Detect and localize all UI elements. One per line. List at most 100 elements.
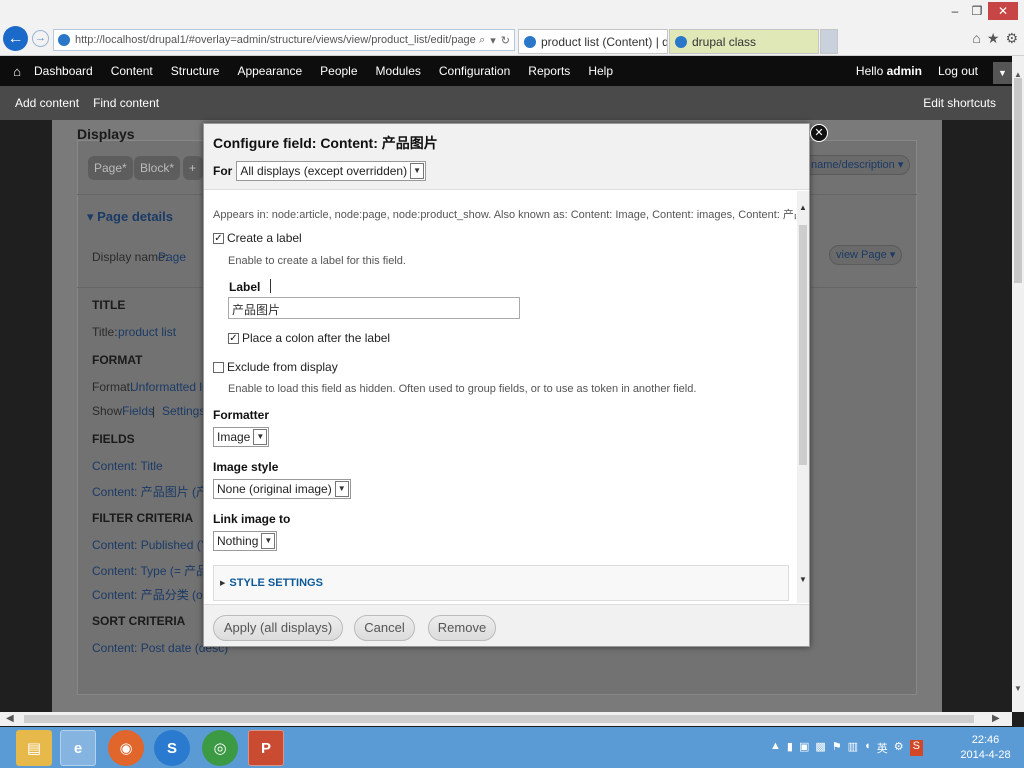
shortcuts-toggle-icon[interactable]: ▼ bbox=[993, 62, 1012, 84]
field-link[interactable]: Content: Title bbox=[92, 459, 163, 473]
new-tab-button[interactable] bbox=[820, 29, 838, 54]
scroll-left-icon[interactable]: ◀ bbox=[6, 712, 14, 726]
tray-app-icon[interactable]: ▣ bbox=[799, 740, 809, 756]
restore-icon[interactable]: ❐ bbox=[966, 2, 988, 20]
search-icon[interactable]: ⌕ bbox=[479, 34, 485, 47]
toolbar-people[interactable]: People bbox=[320, 64, 357, 78]
label-field-title: Label bbox=[229, 280, 261, 294]
page-details-toggle[interactable]: ▾ Page details bbox=[87, 209, 173, 225]
firefox-icon[interactable]: ◉ bbox=[108, 730, 144, 766]
tab-label: product list (Content) | dr... bbox=[541, 34, 667, 49]
exclude-text[interactable]: Exclude from display bbox=[227, 360, 338, 374]
for-display-select[interactable]: All displays (except overridden) ▼ bbox=[236, 161, 427, 181]
exclude-checkbox[interactable] bbox=[213, 361, 224, 373]
title-value-link[interactable]: product list bbox=[118, 325, 176, 339]
home-icon[interactable]: ⌂ bbox=[0, 64, 34, 79]
flag-icon[interactable]: ⚑ bbox=[832, 740, 842, 756]
tools-gear-icon[interactable]: ⚙ bbox=[1005, 30, 1018, 47]
style-settings-fieldset[interactable]: ▶ STYLE SETTINGS bbox=[213, 565, 789, 601]
scroll-down-icon[interactable]: ▼ bbox=[797, 575, 809, 587]
system-tray: ▲ ▮ ▣ ▩ ⚑ ▥ ◖ 英 ⚙ S bbox=[770, 740, 923, 756]
toolbar-structure[interactable]: Structure bbox=[171, 64, 220, 78]
colon-checkbox[interactable]: ✓ bbox=[228, 332, 239, 344]
tab-product-list[interactable]: product list (Content) | dr... ✕ bbox=[518, 29, 668, 54]
tray-app-icon[interactable]: ⚙ bbox=[894, 740, 904, 756]
show-settings-link[interactable]: Settings bbox=[162, 404, 205, 418]
style-settings-legend[interactable]: STYLE SETTINGS bbox=[229, 577, 323, 589]
favorites-star-icon[interactable]: ★ bbox=[987, 30, 1000, 47]
scroll-down-icon[interactable]: ▼ bbox=[1012, 684, 1024, 693]
label-input[interactable]: 产品图片 bbox=[228, 297, 520, 319]
powerpoint-icon[interactable]: P bbox=[248, 730, 284, 766]
browser-chrome: – ❐ ✕ ← → http://localhost/drupal1/#over… bbox=[0, 0, 1024, 56]
close-window-icon[interactable]: ✕ bbox=[988, 2, 1018, 20]
cancel-button[interactable]: Cancel bbox=[354, 615, 415, 641]
tray-app-icon[interactable]: ▮ bbox=[787, 740, 793, 756]
create-label-description: Enable to create a label for this field. bbox=[228, 255, 406, 267]
toolbar-help[interactable]: Help bbox=[588, 64, 613, 78]
input-language-icon[interactable]: 英 bbox=[877, 740, 888, 756]
add-display-button[interactable]: + bbox=[183, 156, 203, 180]
toolbar-user-area: Hello admin Log out bbox=[856, 56, 1000, 86]
create-label-checkbox[interactable]: ✓ bbox=[213, 232, 224, 244]
scroll-thumb[interactable] bbox=[24, 715, 974, 723]
back-button[interactable]: ← bbox=[3, 26, 28, 51]
edit-shortcuts-link[interactable]: Edit shortcuts bbox=[923, 96, 996, 110]
page-vertical-scrollbar[interactable]: ▲ ▼ bbox=[1012, 56, 1024, 712]
format-value-link[interactable]: Unformatted list bbox=[130, 380, 214, 394]
image-style-select[interactable]: None (original image) ▼ bbox=[213, 479, 351, 499]
sogou-ime-icon[interactable]: S bbox=[909, 740, 923, 756]
page-horizontal-scrollbar[interactable]: ◀ ▶ bbox=[0, 712, 1012, 726]
chrome-icon[interactable]: ◎ bbox=[202, 730, 238, 766]
tray-expand-icon[interactable]: ▲ bbox=[770, 740, 781, 756]
link-image-select[interactable]: Nothing ▼ bbox=[213, 531, 278, 551]
display-name-value[interactable]: Page bbox=[158, 250, 186, 264]
compat-icon[interactable]: ▾ bbox=[490, 34, 496, 47]
show-fields-link[interactable]: Fields bbox=[122, 404, 154, 418]
link-image-row: Nothing ▼ bbox=[213, 531, 278, 551]
sort-section-head: SORT CRITERIA bbox=[92, 614, 186, 628]
chevron-down-icon: ▼ bbox=[261, 533, 276, 549]
formatter-select[interactable]: Image ▼ bbox=[213, 427, 270, 447]
tray-app-icon[interactable]: ▩ bbox=[815, 740, 825, 756]
scroll-thumb[interactable] bbox=[1014, 78, 1022, 283]
drupal-favicon-icon bbox=[675, 35, 687, 48]
volume-icon[interactable]: ◖ bbox=[864, 740, 871, 756]
colon-text[interactable]: Place a colon after the label bbox=[242, 331, 390, 345]
forward-button[interactable]: → bbox=[32, 30, 49, 47]
scroll-up-icon[interactable]: ▲ bbox=[797, 203, 809, 215]
toolbar-dashboard[interactable]: Dashboard bbox=[34, 64, 93, 78]
tab-drupal-class[interactable]: drupal class bbox=[669, 29, 819, 54]
scroll-right-icon[interactable]: ▶ bbox=[992, 712, 1000, 726]
shortcut-find-content[interactable]: Find content bbox=[93, 96, 159, 110]
toolbar-content[interactable]: Content bbox=[111, 64, 153, 78]
toolbar-configuration[interactable]: Configuration bbox=[439, 64, 510, 78]
apply-button[interactable]: Apply (all displays) bbox=[213, 615, 343, 641]
for-display-value: All displays (except overridden) bbox=[240, 164, 408, 178]
skype-icon[interactable]: S bbox=[154, 730, 190, 766]
home-icon[interactable]: ⌂ bbox=[972, 30, 980, 47]
scroll-thumb[interactable] bbox=[799, 225, 807, 465]
toolbar-modules[interactable]: Modules bbox=[376, 64, 421, 78]
toolbar-appearance[interactable]: Appearance bbox=[237, 64, 302, 78]
edit-name-description-button[interactable]: name/description ▾ bbox=[808, 155, 911, 175]
close-dialog-icon[interactable]: ✕ bbox=[810, 124, 828, 142]
remove-button[interactable]: Remove bbox=[428, 615, 496, 641]
display-tab-page[interactable]: Page* bbox=[88, 156, 133, 180]
minimize-icon[interactable]: – bbox=[944, 2, 966, 20]
logout-link[interactable]: Log out bbox=[938, 64, 978, 78]
internet-explorer-icon[interactable]: e bbox=[60, 730, 96, 766]
dialog-scrollbar[interactable]: ▲ ▼ bbox=[797, 191, 809, 603]
refresh-icon[interactable]: ↻ bbox=[501, 34, 510, 47]
format-label: Format: bbox=[92, 380, 134, 394]
shortcut-add-content[interactable]: Add content bbox=[15, 96, 79, 110]
network-icon[interactable]: ▥ bbox=[848, 740, 858, 756]
file-explorer-icon[interactable]: ▤ bbox=[16, 730, 52, 766]
clock[interactable]: 22:46 2014-4-28 bbox=[958, 733, 1013, 763]
username[interactable]: admin bbox=[887, 64, 922, 78]
create-label-text[interactable]: Create a label bbox=[227, 231, 302, 245]
address-bar[interactable]: http://localhost/drupal1/#overlay=admin/… bbox=[53, 29, 515, 51]
display-tab-block[interactable]: Block* bbox=[134, 156, 181, 180]
toolbar-reports[interactable]: Reports bbox=[528, 64, 570, 78]
view-page-button[interactable]: view Page ▾ bbox=[829, 245, 903, 265]
